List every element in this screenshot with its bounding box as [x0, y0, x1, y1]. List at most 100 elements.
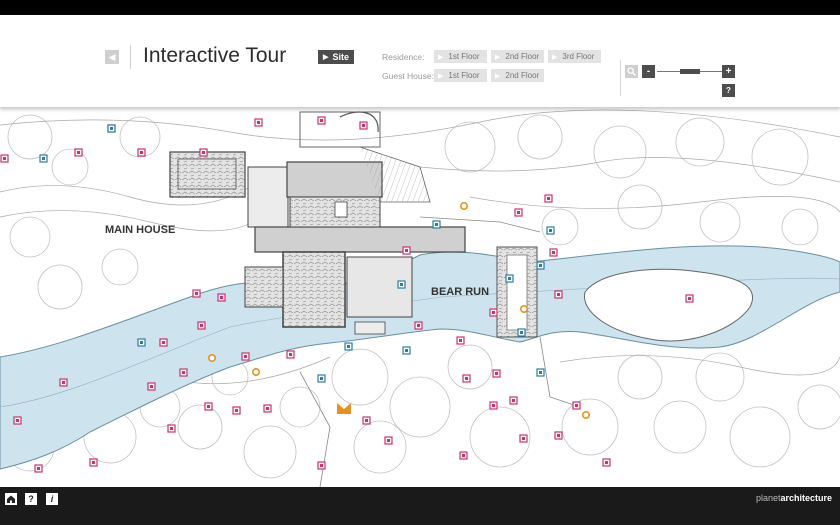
pink-marker-dot — [387, 439, 390, 442]
play-icon: ▶ — [438, 53, 444, 61]
residence-2nd-floor-button[interactable]: ▶ 2nd Floor — [491, 50, 544, 63]
back-arrow-icon: ◀ — [108, 52, 116, 62]
orange-viewpoint-marker[interactable] — [252, 367, 261, 376]
controls-divider — [620, 60, 621, 96]
pink-marker-dot — [517, 211, 520, 214]
magnifier-icon — [627, 67, 636, 76]
pink-marker-dot — [575, 404, 578, 407]
header-bar: ◀ Interactive Tour ▶ Site Residence: ▶ 1… — [0, 15, 840, 108]
blue-marker-dot — [520, 331, 523, 334]
guest-house-wing — [247, 166, 289, 228]
zoom-out-button[interactable]: - — [642, 65, 655, 78]
blue-marker-dot — [140, 341, 143, 344]
pink-marker-dot — [257, 121, 260, 124]
floor-button-label: 3rd Floor — [562, 52, 595, 61]
blue-marker-dot — [400, 283, 403, 286]
pink-marker-dot — [16, 419, 19, 422]
guest-house-label: Guest House: — [382, 71, 434, 81]
pink-marker-dot — [244, 355, 247, 358]
title-divider — [130, 45, 131, 69]
home-icon — [7, 495, 15, 503]
pink-marker-dot — [195, 292, 198, 295]
residence-label: Residence: — [382, 52, 425, 62]
pink-marker-dot — [170, 427, 173, 430]
blue-marker-dot — [347, 345, 350, 348]
page-title: Interactive Tour — [143, 44, 287, 67]
pink-marker-dot — [235, 409, 238, 412]
pink-marker-dot — [266, 407, 269, 410]
blue-marker-dot — [320, 377, 323, 380]
floor-button-label: 1st Floor — [448, 71, 480, 80]
residence-1st-floor-button[interactable]: ▶ 1st Floor — [434, 50, 487, 63]
orange-viewpoint-marker[interactable] — [519, 305, 528, 314]
pink-marker-dot — [688, 297, 691, 300]
pink-marker-dot — [3, 157, 6, 160]
footer-help-button[interactable]: ? — [25, 493, 37, 505]
pink-marker-dot — [92, 461, 95, 464]
play-icon: ▶ — [495, 53, 501, 61]
pink-marker-dot — [150, 385, 153, 388]
orange-viewpoint-marker[interactable] — [581, 410, 590, 419]
orange-viewpoint-marker[interactable] — [459, 202, 468, 211]
footer-bar: ? i planetarchitecture — [0, 487, 840, 525]
zoom-in-button[interactable]: + — [722, 65, 735, 78]
blue-marker-dot — [549, 229, 552, 232]
top-black-bar — [0, 0, 840, 15]
pink-marker-dot — [417, 324, 420, 327]
zoom-magnifier — [625, 65, 638, 78]
pink-marker-dot — [200, 324, 203, 327]
pink-marker-dot — [495, 372, 498, 375]
pink-marker-dot — [557, 293, 560, 296]
blue-marker-dot — [508, 277, 511, 280]
guest-1st-floor-button[interactable]: ▶ 1st Floor — [434, 69, 487, 82]
pink-marker-dot — [547, 197, 550, 200]
guest-2nd-floor-button[interactable]: ▶ 2nd Floor — [491, 69, 544, 82]
pink-marker-dot — [289, 353, 292, 356]
pink-marker-dot — [62, 381, 65, 384]
floor-button-label: 2nd Floor — [505, 52, 540, 61]
site-plan-drawing: MAIN HOUSE BEAR RUN — [0, 109, 840, 487]
pink-marker-dot — [320, 119, 323, 122]
bridge-deck — [506, 254, 528, 331]
back-button[interactable]: ◀ — [105, 50, 119, 64]
home-button[interactable] — [5, 493, 17, 505]
pink-marker-dot — [492, 311, 495, 314]
floor-button-label: 1st Floor — [448, 52, 480, 61]
zoom-slider-handle[interactable] — [679, 69, 700, 74]
brand-light-text: planet — [755, 493, 781, 503]
play-icon: ▶ — [552, 53, 558, 61]
help-button[interactable]: ? — [722, 84, 735, 97]
pink-marker-dot — [220, 296, 223, 299]
pink-marker-dot — [37, 467, 40, 470]
pink-marker-dot — [77, 151, 80, 154]
play-icon: ▶ — [438, 72, 444, 80]
pink-marker-dot — [320, 464, 323, 467]
pink-marker-dot — [202, 151, 205, 154]
pink-marker-dot — [552, 251, 555, 254]
pink-marker-dot — [462, 454, 465, 457]
blue-marker-dot — [435, 223, 438, 226]
pink-marker-dot — [182, 371, 185, 374]
pink-marker-dot — [522, 437, 525, 440]
pink-marker-dot — [492, 404, 495, 407]
play-icon: ▶ — [323, 54, 329, 61]
main-house-label: MAIN HOUSE — [105, 224, 175, 236]
info-button[interactable]: i — [46, 493, 58, 505]
play-icon: ▶ — [495, 72, 501, 80]
brand-bold-text: architecture — [780, 493, 832, 503]
pink-marker-dot — [465, 377, 468, 380]
orange-viewpoint-marker[interactable] — [208, 354, 217, 363]
bear-run-label: BEAR RUN — [431, 286, 489, 298]
residence-3rd-floor-button[interactable]: ▶ 3rd Floor — [548, 50, 601, 63]
blue-marker-dot — [110, 127, 113, 130]
pink-marker-dot — [140, 151, 143, 154]
site-button[interactable]: ▶ Site — [318, 50, 354, 64]
current-position-marker[interactable] — [337, 403, 351, 414]
pink-marker-dot — [605, 461, 608, 464]
pink-marker-dot — [162, 341, 165, 344]
brand-logo: planetarchitecture — [756, 493, 832, 503]
site-button-label: Site — [332, 52, 349, 62]
pink-marker-dot — [365, 419, 368, 422]
blue-marker-dot — [42, 157, 45, 160]
site-plan-map[interactable]: MAIN HOUSE BEAR RUN — [0, 107, 840, 487]
